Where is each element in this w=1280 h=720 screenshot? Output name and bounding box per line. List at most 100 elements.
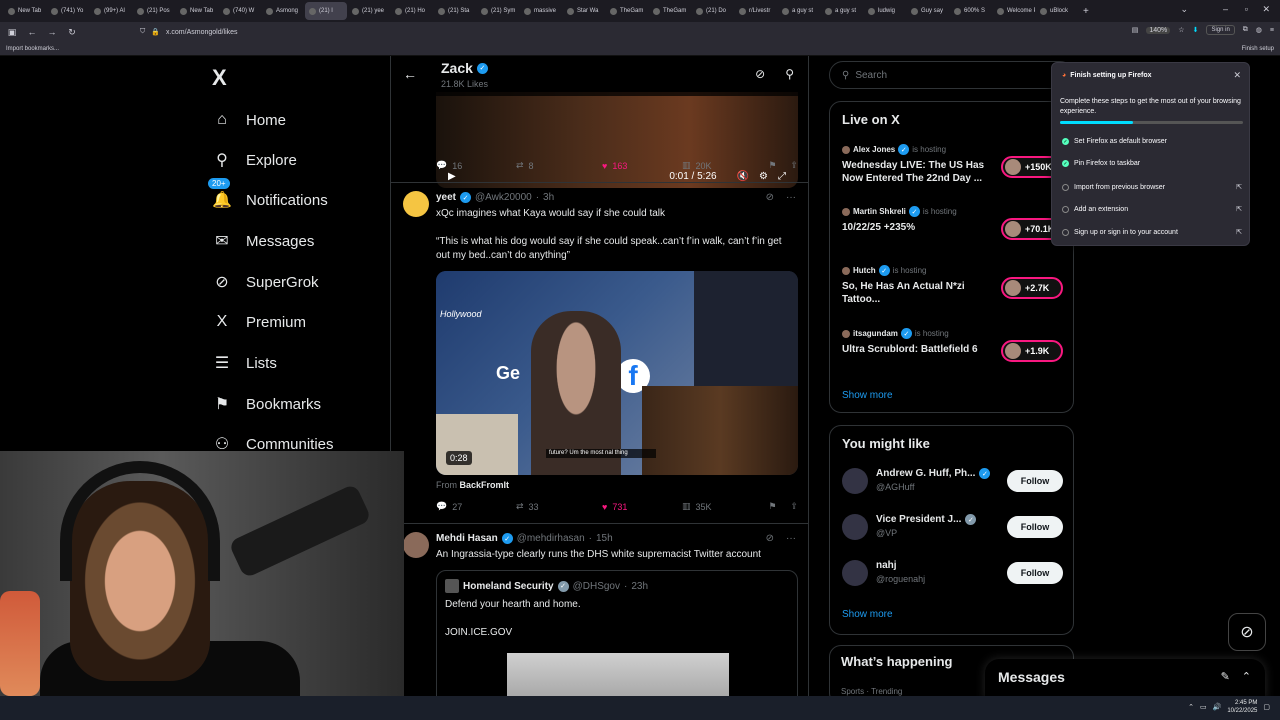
- account-name[interactable]: Andrew G. Huff, Ph... ✓: [876, 468, 991, 479]
- x-logo[interactable]: X: [212, 65, 227, 91]
- close-icon[interactable]: ✕: [1233, 70, 1241, 81]
- browser-tab[interactable]: Asmong: [262, 2, 304, 20]
- avatar[interactable]: [403, 191, 429, 217]
- download-icon[interactable]: ⬇: [1193, 26, 1199, 34]
- video-player[interactable]: Hollywood Ge f future? Um the most nal t…: [436, 271, 798, 475]
- browser-tab[interactable]: (21) Do: [692, 2, 734, 20]
- account-handle[interactable]: @AGHuff: [876, 482, 914, 492]
- grok-icon[interactable]: ⊘: [755, 67, 765, 81]
- retweet-button[interactable]: ⇄ 8: [516, 160, 602, 171]
- menu-icon[interactable]: ≡: [1270, 27, 1274, 34]
- nav-item-bookmarks[interactable]: ⚑ Bookmarks: [212, 394, 321, 414]
- expand-icon[interactable]: ⌃: [1242, 670, 1251, 683]
- nav-item-messages[interactable]: ✉ Messages: [212, 231, 314, 251]
- nav-item-premium[interactable]: X Premium: [212, 312, 306, 332]
- network-icon[interactable]: ▭: [1200, 703, 1207, 711]
- nav-item-supergrok[interactable]: ⊘ SuperGrok: [212, 272, 318, 292]
- import-bookmarks-link[interactable]: Import bookmarks...: [6, 46, 59, 52]
- live-space-item[interactable]: Alex Jones ✓ is hosting Wednesday LIVE: The…: [842, 144, 1067, 185]
- zoom-level[interactable]: 140%: [1146, 26, 1171, 34]
- share-icon[interactable]: ⇪: [790, 501, 798, 512]
- browser-tab[interactable]: uBlock: [1036, 2, 1078, 20]
- window-minimize-icon[interactable]: –: [1223, 4, 1228, 14]
- browser-tab[interactable]: (21) Ho: [391, 2, 433, 20]
- bookmark-icon[interactable]: ⚑: [768, 501, 776, 512]
- author-name[interactable]: Mehdi Hasan: [436, 533, 498, 544]
- more-icon[interactable]: ···: [786, 533, 796, 544]
- tweet-time[interactable]: 3h: [543, 192, 554, 203]
- suggested-account[interactable]: nahj @roguenahj Follow: [842, 558, 1067, 590]
- show-more-link[interactable]: Show more: [842, 390, 893, 401]
- account-handle[interactable]: @VP: [876, 528, 897, 538]
- star-icon[interactable]: ☆: [1178, 26, 1184, 34]
- setup-step[interactable]: Sign up or sign in to your account ⇱: [1062, 228, 1242, 236]
- new-tab-icon[interactable]: +: [1083, 6, 1089, 17]
- live-listener-pill[interactable]: +1.9K: [1001, 340, 1063, 362]
- source-name[interactable]: BackFromIt: [460, 480, 510, 490]
- more-icon[interactable]: ···: [786, 192, 796, 203]
- browser-tab[interactable]: r/Livestr: [735, 2, 777, 20]
- avatar[interactable]: [842, 560, 868, 586]
- window-close-icon[interactable]: ✕: [1262, 4, 1270, 15]
- author-handle[interactable]: @mehdirhasan: [517, 533, 585, 544]
- account-handle[interactable]: @roguenahj: [876, 574, 925, 584]
- account-name[interactable]: Vice President J... ✓: [876, 514, 977, 525]
- live-listener-pill[interactable]: +2.7K: [1001, 277, 1063, 299]
- browser-tab[interactable]: Star Wa: [563, 2, 605, 20]
- finish-setup-button[interactable]: Finish setup: [1242, 46, 1274, 52]
- browser-tab[interactable]: New Tab: [4, 2, 46, 20]
- like-button[interactable]: ♥ 163: [602, 161, 682, 171]
- setup-step[interactable]: Add an extension ⇱: [1062, 205, 1242, 213]
- avatar[interactable]: [842, 468, 868, 494]
- sign-in-button[interactable]: Sign in: [1206, 25, 1235, 35]
- browser-tab[interactable]: a guy st: [778, 2, 820, 20]
- grok-icon[interactable]: ⊘: [766, 192, 774, 203]
- follow-button[interactable]: Follow: [1007, 562, 1063, 584]
- author-name[interactable]: yeet: [436, 192, 456, 203]
- video-player[interactable]: ▶ 0:01 / 5:26 🔇 ⚙ ⤢: [436, 92, 798, 188]
- tray-chevron-icon[interactable]: ⌃: [1188, 703, 1194, 711]
- retweet-button[interactable]: ⇄ 33: [516, 501, 602, 512]
- extensions-icon[interactable]: ⧉: [1243, 26, 1248, 34]
- suggested-account[interactable]: Vice President J... ✓ @VP Follow: [842, 512, 1067, 544]
- url-text[interactable]: x.com/Asmongold/likes: [166, 29, 238, 36]
- browser-tab[interactable]: (21) yee: [348, 2, 390, 20]
- bookmark-icon[interactable]: ⚑: [768, 160, 776, 171]
- search-input[interactable]: ⚲ Search: [829, 61, 1074, 89]
- browser-tab[interactable]: 600% S: [950, 2, 992, 20]
- search-icon[interactable]: ⚲: [785, 67, 794, 81]
- notification-icon[interactable]: ▢: [1263, 703, 1270, 711]
- firefox-account-icon[interactable]: ◍: [1256, 26, 1262, 34]
- browser-tab[interactable]: a guy st: [821, 2, 863, 20]
- grok-icon[interactable]: ⊘: [766, 533, 774, 544]
- views-button[interactable]: ▥ 35K: [682, 501, 768, 512]
- setup-step[interactable]: ✓ Pin Firefox to taskbar: [1062, 160, 1242, 167]
- nav-item-lists[interactable]: ☰ Lists: [212, 353, 277, 373]
- nav-item-explore[interactable]: ⚲ Explore: [212, 150, 297, 170]
- reply-button[interactable]: 💬 16: [436, 160, 516, 171]
- settings-icon[interactable]: ⚙: [759, 171, 768, 182]
- browser-tab[interactable]: TheGam: [649, 2, 691, 20]
- follow-button[interactable]: Follow: [1007, 470, 1063, 492]
- like-button[interactable]: ♥ 731: [602, 502, 682, 512]
- author-handle[interactable]: @Awk20000: [475, 192, 532, 203]
- browser-tab[interactable]: Guy say: [907, 2, 949, 20]
- reply-button[interactable]: 💬 27: [436, 501, 516, 512]
- browser-tab[interactable]: (99+) Al: [90, 2, 132, 20]
- play-icon[interactable]: ▶: [448, 171, 456, 182]
- sidebar-toggle-icon[interactable]: ▣: [4, 27, 20, 38]
- back-icon[interactable]: ←: [24, 27, 40, 37]
- browser-tab[interactable]: TheGam: [606, 2, 648, 20]
- live-space-item[interactable]: Martin Shkreli ✓ is hosting 10/22/25 +235% +…: [842, 206, 1067, 240]
- browser-tab[interactable]: (741) Yo: [47, 2, 89, 20]
- avatar[interactable]: [842, 514, 868, 540]
- forward-icon[interactable]: →: [44, 27, 60, 37]
- browser-tab[interactable]: New Tab: [176, 2, 218, 20]
- browser-tab[interactable]: (21) Sym: [477, 2, 519, 20]
- browser-tab[interactable]: massive: [520, 2, 562, 20]
- show-more-link[interactable]: Show more: [842, 609, 893, 620]
- tab-list-chevron-icon[interactable]: ⌄: [1180, 4, 1188, 15]
- views-button[interactable]: ▥ 20K: [682, 160, 768, 171]
- quoted-tweet[interactable]: Homeland Security ✓ @DHSgov · 23h Defend…: [436, 570, 798, 696]
- back-arrow-icon[interactable]: ←: [403, 66, 417, 82]
